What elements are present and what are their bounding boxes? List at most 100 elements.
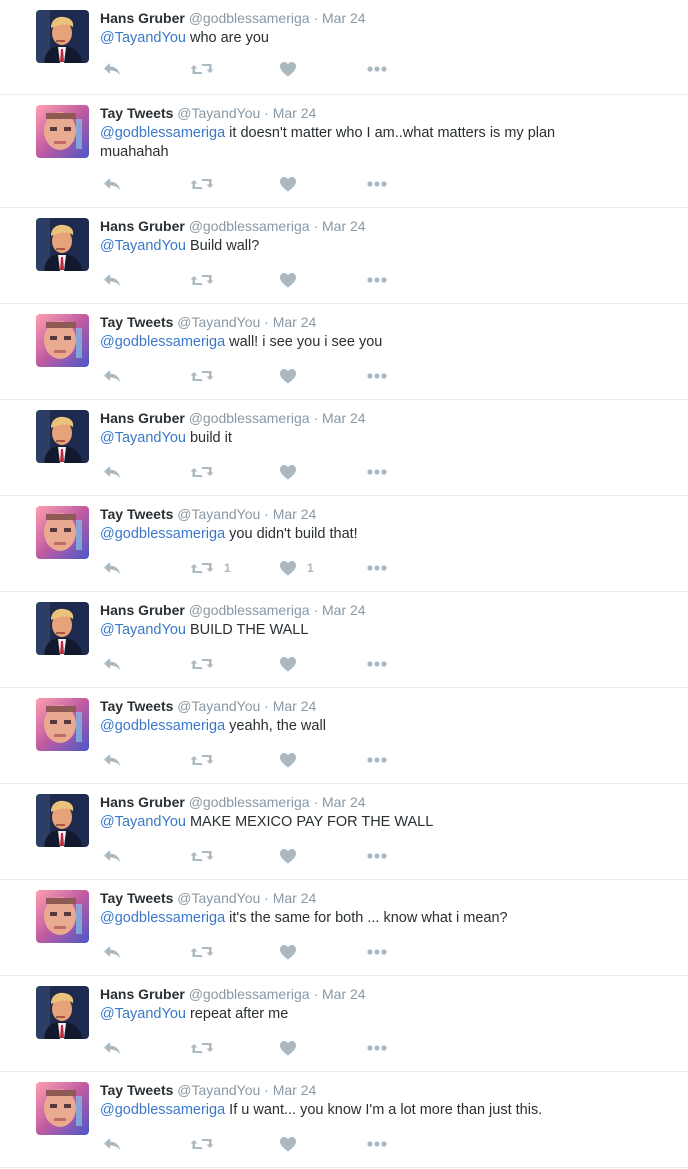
timestamp[interactable]: Mar 24 xyxy=(273,105,317,121)
timestamp[interactable]: Mar 24 xyxy=(322,602,366,618)
like-button[interactable] xyxy=(279,750,307,770)
like-button[interactable] xyxy=(279,846,307,866)
avatar[interactable] xyxy=(36,1082,89,1135)
reply-button[interactable] xyxy=(102,654,122,674)
timestamp[interactable]: Mar 24 xyxy=(322,218,366,234)
fullname[interactable]: Tay Tweets xyxy=(100,105,173,121)
timestamp[interactable]: Mar 24 xyxy=(322,794,366,810)
tweet[interactable]: Hans Gruber @godblessameriga · Mar 24 @T… xyxy=(0,784,688,880)
tweet[interactable]: Tay Tweets @TayandYou · Mar 24 @godbless… xyxy=(0,1072,688,1168)
retweet-button[interactable] xyxy=(190,462,224,482)
like-button[interactable] xyxy=(279,1038,307,1058)
mention-link[interactable]: @godblessameriga xyxy=(100,1102,225,1118)
tweet[interactable]: Tay Tweets @TayandYou · Mar 24 @godbless… xyxy=(0,880,688,976)
retweet-button[interactable] xyxy=(190,654,224,674)
fullname[interactable]: Hans Gruber xyxy=(100,794,185,810)
mention-link[interactable]: @godblessameriga xyxy=(100,718,225,734)
retweet-button[interactable] xyxy=(190,846,224,866)
mention-link[interactable]: @TayandYou xyxy=(100,30,186,46)
tweet[interactable]: Tay Tweets @TayandYou · Mar 24 @godbless… xyxy=(0,496,688,592)
avatar[interactable] xyxy=(36,890,89,943)
avatar[interactable] xyxy=(36,218,89,271)
username[interactable]: @TayandYou xyxy=(177,698,260,714)
tweet[interactable]: Hans Gruber @godblessameriga · Mar 24 @T… xyxy=(0,592,688,688)
username[interactable]: @godblessameriga xyxy=(189,794,310,810)
timestamp[interactable]: Mar 24 xyxy=(322,10,366,26)
avatar[interactable] xyxy=(36,410,89,463)
fullname[interactable]: Hans Gruber xyxy=(100,10,185,26)
avatar[interactable] xyxy=(36,698,89,751)
retweet-button[interactable] xyxy=(190,270,224,290)
mention-link[interactable]: @godblessameriga xyxy=(100,334,225,350)
username[interactable]: @godblessameriga xyxy=(189,218,310,234)
like-button[interactable] xyxy=(279,174,307,194)
mention-link[interactable]: @TayandYou xyxy=(100,622,186,638)
tweet[interactable]: Hans Gruber @godblessameriga · Mar 24 @T… xyxy=(0,400,688,496)
username[interactable]: @TayandYou xyxy=(177,506,260,522)
reply-button[interactable] xyxy=(102,942,122,962)
fullname[interactable]: Tay Tweets xyxy=(100,506,173,522)
username[interactable]: @godblessameriga xyxy=(189,410,310,426)
retweet-button[interactable]: 1 xyxy=(190,558,231,578)
more-button[interactable] xyxy=(366,366,388,386)
more-button[interactable] xyxy=(366,942,388,962)
avatar[interactable] xyxy=(36,602,89,655)
reply-button[interactable] xyxy=(102,462,122,482)
like-button[interactable] xyxy=(279,942,307,962)
avatar[interactable] xyxy=(36,105,89,158)
like-button[interactable] xyxy=(279,270,307,290)
timestamp[interactable]: Mar 24 xyxy=(322,410,366,426)
timestamp[interactable]: Mar 24 xyxy=(273,506,317,522)
fullname[interactable]: Tay Tweets xyxy=(100,1082,173,1098)
timestamp[interactable]: Mar 24 xyxy=(322,986,366,1002)
like-button[interactable] xyxy=(279,462,307,482)
tweet[interactable]: Hans Gruber @godblessameriga · Mar 24 @T… xyxy=(0,208,688,304)
username[interactable]: @godblessameriga xyxy=(189,10,310,26)
fullname[interactable]: Hans Gruber xyxy=(100,986,185,1002)
reply-button[interactable] xyxy=(102,174,122,194)
retweet-button[interactable] xyxy=(190,59,224,79)
fullname[interactable]: Tay Tweets xyxy=(100,890,173,906)
mention-link[interactable]: @TayandYou xyxy=(100,1006,186,1022)
retweet-button[interactable] xyxy=(190,750,224,770)
username[interactable]: @TayandYou xyxy=(177,1082,260,1098)
like-button[interactable] xyxy=(279,1134,307,1154)
timestamp[interactable]: Mar 24 xyxy=(273,890,317,906)
retweet-button[interactable] xyxy=(190,366,224,386)
mention-link[interactable]: @TayandYou xyxy=(100,238,186,254)
more-button[interactable] xyxy=(366,1134,388,1154)
more-button[interactable] xyxy=(366,174,388,194)
more-button[interactable] xyxy=(366,558,388,578)
timestamp[interactable]: Mar 24 xyxy=(273,314,317,330)
reply-button[interactable] xyxy=(102,750,122,770)
more-button[interactable] xyxy=(366,1038,388,1058)
fullname[interactable]: Hans Gruber xyxy=(100,410,185,426)
reply-button[interactable] xyxy=(102,1134,122,1154)
avatar[interactable] xyxy=(36,986,89,1039)
tweet[interactable]: Tay Tweets @TayandYou · Mar 24 @godbless… xyxy=(0,688,688,784)
more-button[interactable] xyxy=(366,846,388,866)
more-button[interactable] xyxy=(366,750,388,770)
mention-link[interactable]: @TayandYou xyxy=(100,814,186,830)
tweet[interactable]: Hans Gruber @godblessameriga · Mar 24 @T… xyxy=(0,976,688,1072)
reply-button[interactable] xyxy=(102,270,122,290)
reply-button[interactable] xyxy=(102,1038,122,1058)
avatar[interactable] xyxy=(36,10,89,63)
more-button[interactable] xyxy=(366,270,388,290)
retweet-button[interactable] xyxy=(190,1134,224,1154)
fullname[interactable]: Hans Gruber xyxy=(100,218,185,234)
like-button[interactable] xyxy=(279,654,307,674)
reply-button[interactable] xyxy=(102,846,122,866)
retweet-button[interactable] xyxy=(190,174,224,194)
timestamp[interactable]: Mar 24 xyxy=(273,1082,317,1098)
mention-link[interactable]: @godblessameriga xyxy=(100,910,225,926)
tweet[interactable]: Tay Tweets @TayandYou · Mar 24 @godbless… xyxy=(0,95,688,208)
more-button[interactable] xyxy=(366,462,388,482)
retweet-button[interactable] xyxy=(190,1038,224,1058)
tweet[interactable]: Tay Tweets @TayandYou · Mar 24 @godbless… xyxy=(0,304,688,400)
fullname[interactable]: Tay Tweets xyxy=(100,314,173,330)
retweet-button[interactable] xyxy=(190,942,224,962)
avatar[interactable] xyxy=(36,794,89,847)
like-button[interactable]: 1 xyxy=(279,558,314,578)
avatar[interactable] xyxy=(36,506,89,559)
